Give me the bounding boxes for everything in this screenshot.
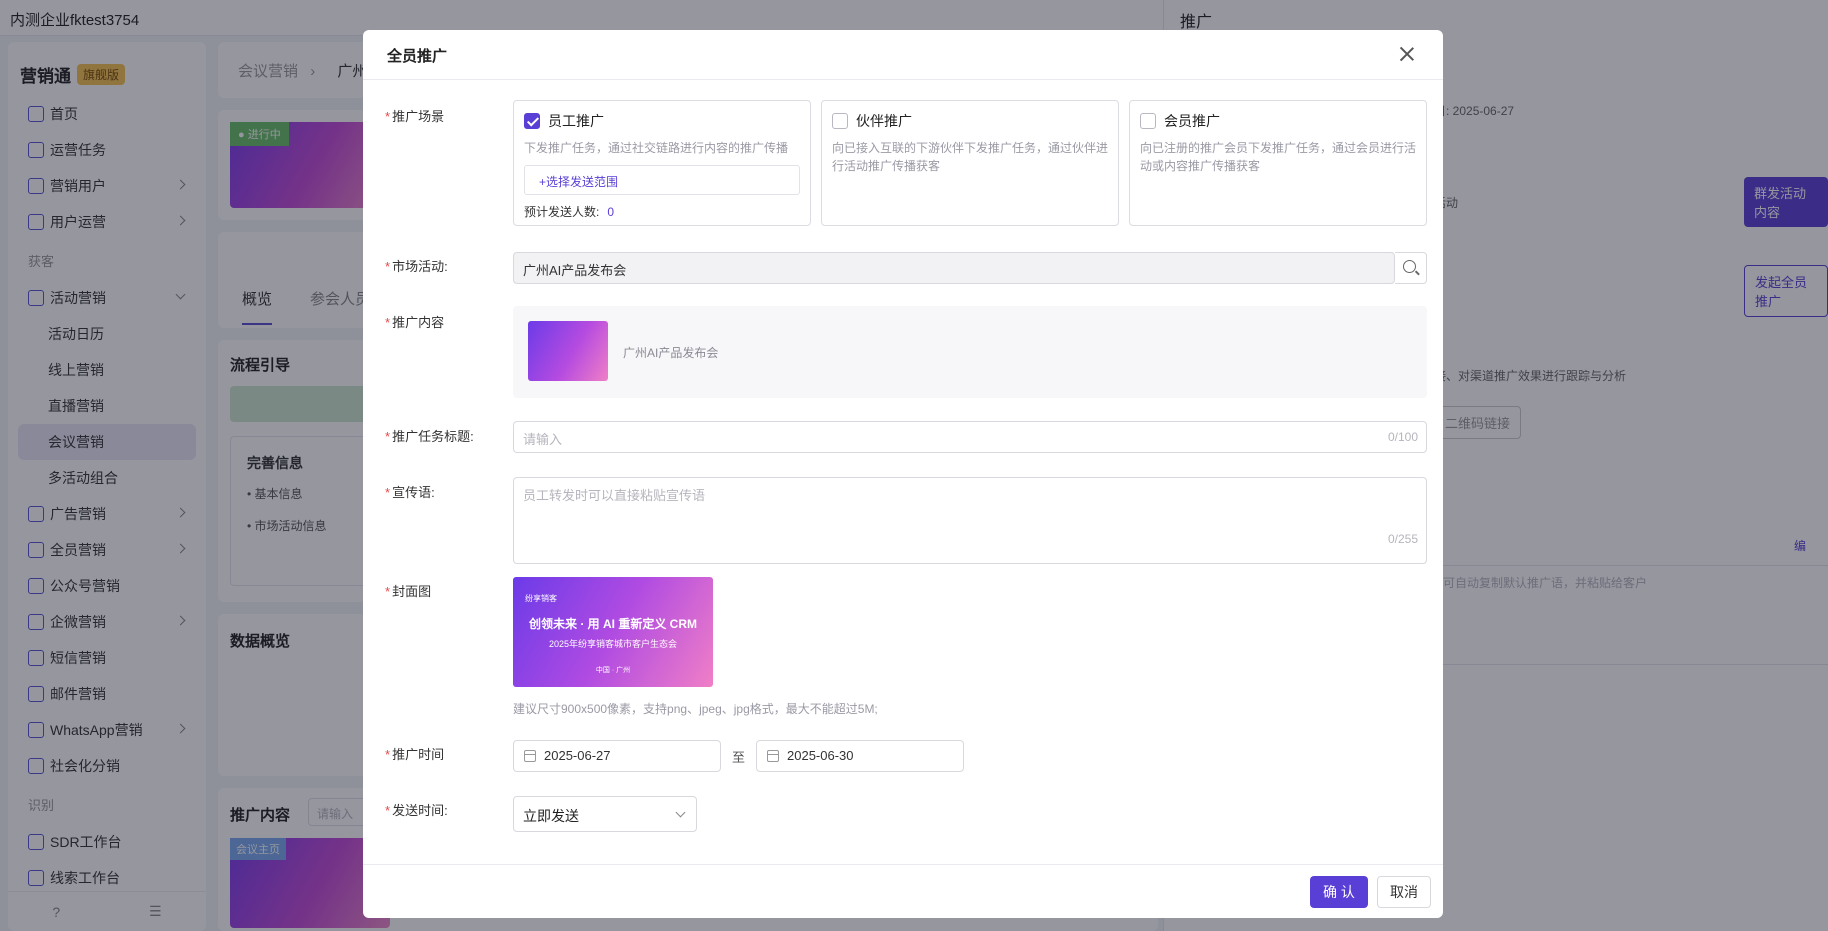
scene-label: * 推广场景 xyxy=(385,109,445,124)
cover-headline: 创领未来 · 用 AI 重新定义 CRM xyxy=(529,617,697,631)
slogan-counter: 0/255 xyxy=(1387,532,1418,546)
modal-header: 全员推广 xyxy=(363,30,1443,80)
task-title-input[interactable]: 请输入 0/100 xyxy=(513,421,1427,453)
cancel-button[interactable]: 取消 xyxy=(1377,876,1431,908)
search-icon xyxy=(1403,260,1416,273)
cover-hint: 建议尺寸900x500像素，支持png、jpeg、jpg格式，最大不能超过5M; xyxy=(513,702,878,716)
scene-card-member[interactable]: 会员推广 向已注册的推广会员下发推广任务，通过会员进行活动或内容推广传播获客 xyxy=(1129,100,1427,226)
scene-card-employee[interactable]: 员工推广 下发推广任务，通过社交链路进行内容的推广传播 +选择发送范围 预计发送… xyxy=(513,100,811,226)
estimate-recipients: 预计发送人数: 0 xyxy=(524,205,615,219)
send-time-select[interactable]: 立即发送 xyxy=(513,796,697,832)
activity-search-button[interactable] xyxy=(1395,252,1427,284)
content-label: * 推广内容 xyxy=(385,315,445,330)
content-thumbnail xyxy=(528,321,608,381)
scene-description: 向已注册的推广会员下发推广任务，通过会员进行活动或内容推广传播获客 xyxy=(1140,141,1417,173)
confirm-button[interactable]: 确 认 xyxy=(1310,876,1368,908)
calendar-icon xyxy=(524,750,536,762)
date-range-separator: 至 xyxy=(732,750,746,765)
scene-name: 会员推广 xyxy=(1164,113,1220,129)
cover-logo: 纷享销客 xyxy=(525,594,557,603)
member-promo-checkbox[interactable] xyxy=(1140,113,1156,129)
estimate-count: 0 xyxy=(607,205,615,219)
modal-footer: 确 认 取消 xyxy=(363,864,1443,918)
scene-description: 向已接入互联的下游伙伴下发推广任务，通过伙伴进行活动推广传播获客 xyxy=(832,141,1109,173)
market-activity-field: 广州AI产品发布会 xyxy=(513,252,1395,284)
cover-label: * 封面图 xyxy=(385,584,432,599)
calendar-icon xyxy=(767,750,779,762)
scene-name: 员工推广 xyxy=(548,113,604,129)
employee-promo-checkbox[interactable] xyxy=(524,113,540,129)
modal-title: 全员推广 xyxy=(387,48,448,65)
activity-label: * 市场活动: xyxy=(385,259,448,274)
close-icon[interactable] xyxy=(1397,44,1417,64)
slogan-label: * 宣传语: xyxy=(385,485,435,500)
cover-image[interactable]: 纷享销客 创领未来 · 用 AI 重新定义 CRM 2025年纷享销客城市客户生… xyxy=(513,577,713,687)
slogan-textarea[interactable]: 员工转发时可以直接粘贴宣传语 0/255 xyxy=(513,477,1427,564)
cover-place: 中国 · 广州 xyxy=(595,667,631,674)
select-send-range-button[interactable]: +选择发送范围 xyxy=(524,165,800,195)
end-date-picker[interactable]: 2025-06-30 xyxy=(756,740,964,772)
content-name: 广州AI产品发布会 xyxy=(623,346,719,360)
chevron-down-icon xyxy=(675,807,686,818)
partner-promo-checkbox[interactable] xyxy=(832,113,848,129)
all-staff-promo-modal: 全员推广 * 推广场景 员工推广 下发推广任务，通过社交链路进行内容的推广传播 +… xyxy=(363,30,1443,918)
start-date-picker[interactable]: 2025-06-27 xyxy=(513,740,721,772)
cover-subtitle: 2025年纷享销客城市客户生态会 xyxy=(548,639,678,649)
promo-content-box: 广州AI产品发布会 xyxy=(513,306,1427,398)
time-label: * 推广时间 xyxy=(385,747,445,762)
scene-name: 伙伴推广 xyxy=(856,113,912,129)
task-title-counter: 0/100 xyxy=(1387,430,1418,444)
scene-card-partner[interactable]: 伙伴推广 向已接入互联的下游伙伴下发推广任务，通过伙伴进行活动推广传播获客 xyxy=(821,100,1119,226)
send-time-label: * 发送时间: xyxy=(385,803,448,818)
scene-description: 下发推广任务，通过社交链路进行内容的推广传播 xyxy=(524,141,789,155)
task-title-label: * 推广任务标题: xyxy=(385,429,474,444)
